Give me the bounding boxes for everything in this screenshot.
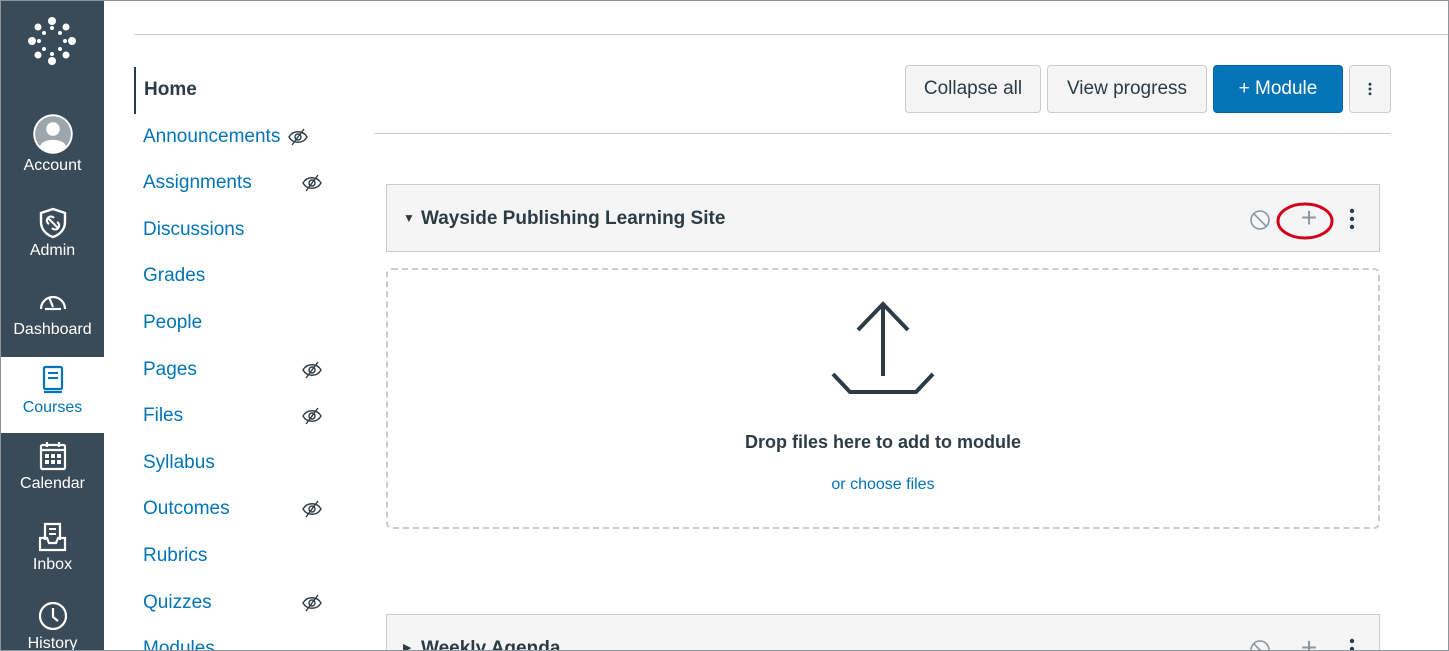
course-nav-label: Modules (143, 638, 215, 651)
nav-dashboard-label: Dashboard (13, 321, 92, 338)
nav-inbox-label: Inbox (32, 556, 73, 573)
course-nav-label: Assignments (143, 172, 252, 194)
hidden-eye-icon (302, 407, 322, 425)
highlight-circle (1276, 202, 1334, 240)
nav-history-label: History (27, 635, 78, 651)
nav-history[interactable]: History (1, 599, 104, 651)
choose-files-link[interactable]: or choose files (388, 476, 1378, 494)
course-nav-label: Announcements (143, 125, 281, 147)
nav-account-label: Account (23, 157, 82, 174)
course-nav-label: Pages (143, 358, 197, 380)
course-nav-label: Syllabus (143, 451, 215, 473)
hidden-eye-icon (302, 500, 322, 518)
dashboard-gauge-icon (39, 295, 66, 311)
page-frame: Account Admin Dashboard Courses Calendar… (0, 0, 1449, 651)
course-nav-label: Home (144, 79, 197, 100)
course-nav-item[interactable]: Files (134, 393, 344, 440)
kebab-menu-icon (1368, 82, 1372, 96)
history-clock-icon (38, 601, 67, 631)
module-title: Wayside Publishing Learning Site (421, 208, 726, 229)
nav-dashboard[interactable]: Dashboard (1, 285, 104, 363)
add-item-plus-icon[interactable]: + (1295, 633, 1323, 651)
admin-shield-icon (39, 207, 66, 239)
course-nav-label: People (143, 311, 203, 333)
course-nav-item[interactable]: Outcomes (134, 486, 344, 533)
course-nav-item[interactable]: Assignments (134, 160, 344, 207)
module-title: Weekly Agenda (421, 638, 561, 651)
hidden-eye-icon (288, 128, 308, 146)
course-nav-item[interactable]: Modules (134, 626, 344, 651)
toolbar-more-button[interactable] (1349, 65, 1391, 113)
course-nav-item[interactable]: Discussions (134, 207, 344, 254)
nav-calendar-label: Calendar (20, 475, 85, 492)
top-divider (134, 34, 1448, 35)
course-nav-label: Quizzes (143, 591, 212, 613)
account-icon (32, 114, 73, 154)
upload-arrow-icon (831, 301, 935, 394)
unpublished-icon[interactable] (1249, 639, 1271, 651)
course-nav-item[interactable]: Grades (134, 253, 344, 300)
module-header[interactable]: ▶ Weekly Agenda + (386, 614, 1380, 651)
view-progress-button[interactable]: View progress (1047, 65, 1207, 113)
courses-book-icon (42, 365, 63, 394)
canvas-logo-icon[interactable] (26, 15, 78, 67)
course-nav-item[interactable]: Quizzes (134, 580, 344, 627)
collapse-all-button[interactable]: Collapse all (905, 65, 1041, 113)
course-nav-label: Rubrics (143, 544, 208, 566)
course-nav-item[interactable]: Rubrics (134, 533, 344, 580)
hidden-eye-icon (302, 594, 322, 611)
course-nav-item[interactable]: Announcements (134, 114, 344, 161)
nav-inbox[interactable]: Inbox (1, 520, 104, 598)
dropzone-title: Drop files here to add to module (744, 432, 1022, 452)
course-nav-item[interactable]: Pages (134, 347, 344, 394)
hidden-eye-icon (302, 174, 322, 192)
collapse-caret-icon[interactable]: ▼ (403, 211, 415, 225)
nav-courses[interactable]: Courses (1, 357, 104, 433)
course-nav-item[interactable]: Syllabus (134, 440, 344, 487)
file-dropzone[interactable]: Drop files here to add to module or choo… (386, 268, 1380, 529)
toolbar-divider (374, 133, 1391, 134)
nav-courses-label: Courses (22, 399, 83, 416)
calendar-icon (39, 442, 66, 471)
module-kebab-icon[interactable] (1347, 207, 1357, 231)
course-nav-label: Outcomes (143, 498, 230, 520)
hidden-eye-icon (302, 361, 322, 378)
nav-admin[interactable]: Admin (1, 206, 104, 284)
course-nav-label: Files (143, 405, 184, 427)
course-nav-item[interactable]: Home (134, 67, 344, 114)
unpublished-icon[interactable] (1249, 209, 1271, 231)
course-nav-label: Discussions (143, 218, 245, 240)
expand-caret-icon[interactable]: ▶ (403, 641, 411, 650)
course-nav-label: Grades (143, 265, 206, 287)
inbox-icon (38, 522, 66, 552)
global-nav: Account Admin Dashboard Courses Calendar… (1, 1, 104, 651)
module-kebab-icon[interactable] (1347, 637, 1357, 651)
nav-calendar[interactable]: Calendar (1, 439, 104, 517)
course-nav-item[interactable]: People (134, 300, 344, 347)
nav-admin-label: Admin (29, 242, 76, 259)
nav-account[interactable]: Account (1, 114, 104, 195)
add-module-button[interactable]: + Module (1213, 65, 1343, 113)
module-header[interactable]: ▼ Wayside Publishing Learning Site + (386, 184, 1380, 252)
course-nav: Home Announcements Assignments Discussions G… (134, 67, 344, 651)
